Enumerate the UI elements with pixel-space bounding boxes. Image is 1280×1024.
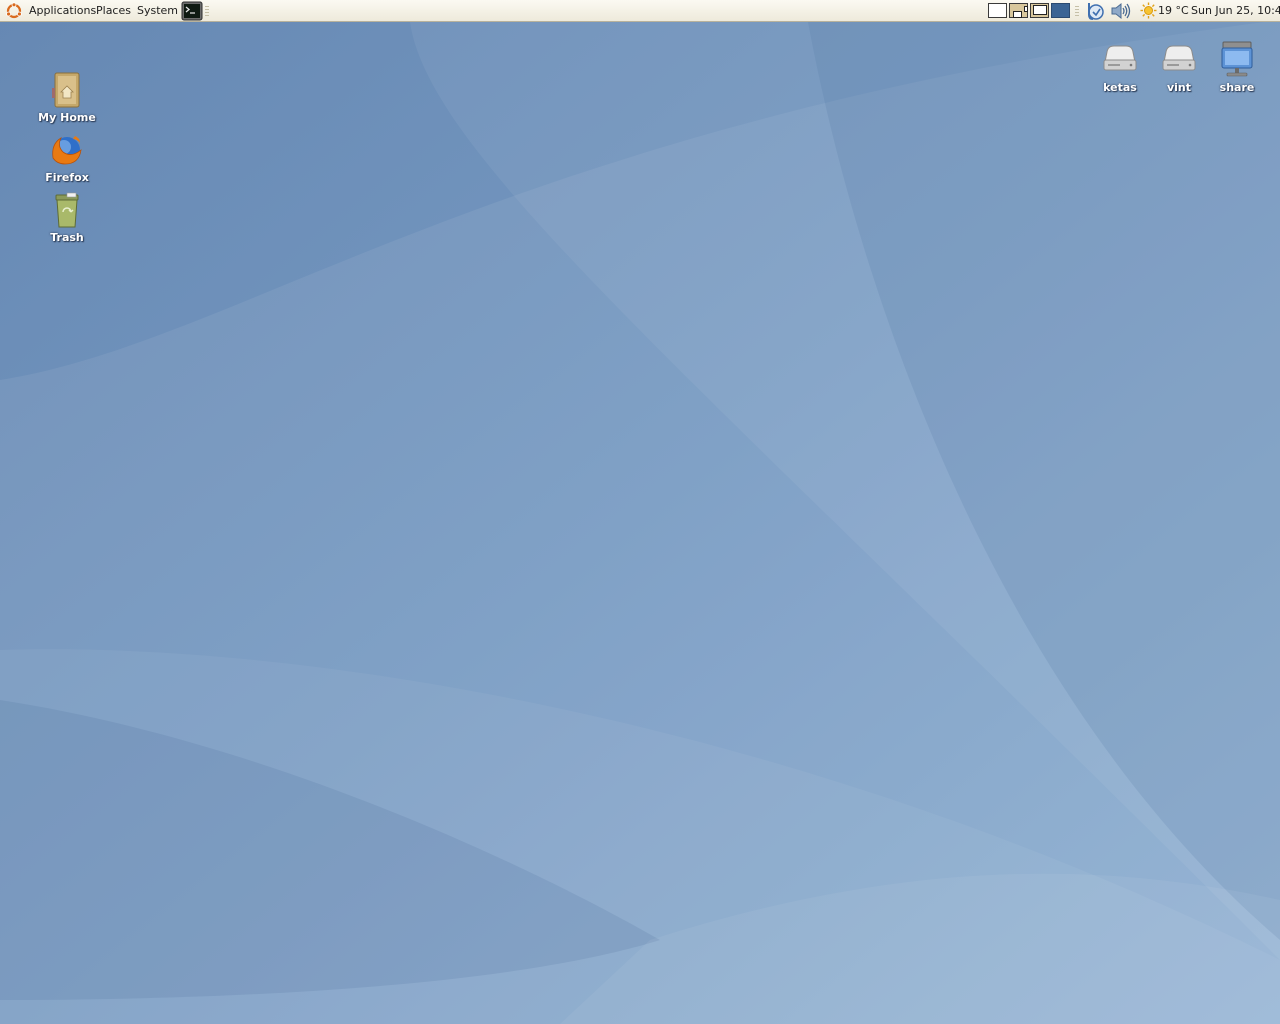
workspace-3[interactable] <box>1030 3 1049 18</box>
my-home-desktop-icon[interactable]: My Home <box>31 70 103 124</box>
workspace-2[interactable] <box>1009 3 1028 18</box>
update-notifier-icon[interactable] <box>1085 1 1105 21</box>
clock[interactable]: Sun Jun 25, 10:45 <box>1191 0 1280 21</box>
terminal-icon[interactable] <box>181 1 203 21</box>
firefox-desktop-icon[interactable]: Firefox <box>31 130 103 184</box>
mini-window <box>1013 11 1022 18</box>
desktop-icon-label: My Home <box>38 111 96 124</box>
trash-icon <box>55 192 79 228</box>
mini-window <box>1024 6 1028 12</box>
hard-drive-icon <box>1162 45 1196 71</box>
workspace-1[interactable] <box>988 3 1007 18</box>
trash-desktop-icon[interactable]: Trash <box>31 190 103 244</box>
home-folder-icon <box>52 72 80 108</box>
top-panel: Applications Places System 19 °C Sun Jun… <box>0 0 1280 22</box>
volume-icon[interactable] <box>1110 1 1132 21</box>
panel-handle-icon[interactable] <box>205 6 209 16</box>
applications-menu[interactable]: Applications <box>27 0 98 21</box>
desktop[interactable]: Applications Places System 19 °C Sun Jun… <box>0 0 1280 1024</box>
wallpaper <box>0 0 1280 1024</box>
places-menu[interactable]: Places <box>94 0 133 21</box>
desktop-icon-label: share <box>1219 81 1255 94</box>
firefox-icon <box>52 136 82 165</box>
ubuntu-logo-icon[interactable] <box>5 2 23 20</box>
workspace-4[interactable] <box>1051 3 1070 18</box>
network-share-icon <box>1221 41 1253 77</box>
panel-handle-icon[interactable] <box>1075 6 1079 16</box>
system-menu[interactable]: System <box>135 0 180 21</box>
mini-window <box>1033 5 1047 15</box>
desktop-icon-label: Trash <box>50 231 84 244</box>
share-network-desktop-icon[interactable]: share <box>1201 40 1273 94</box>
sun-icon[interactable] <box>1140 2 1157 19</box>
hard-drive-icon <box>1103 45 1137 71</box>
weather-temperature[interactable]: 19 °C <box>1158 0 1189 21</box>
desktop-icon-label: Firefox <box>45 171 89 184</box>
